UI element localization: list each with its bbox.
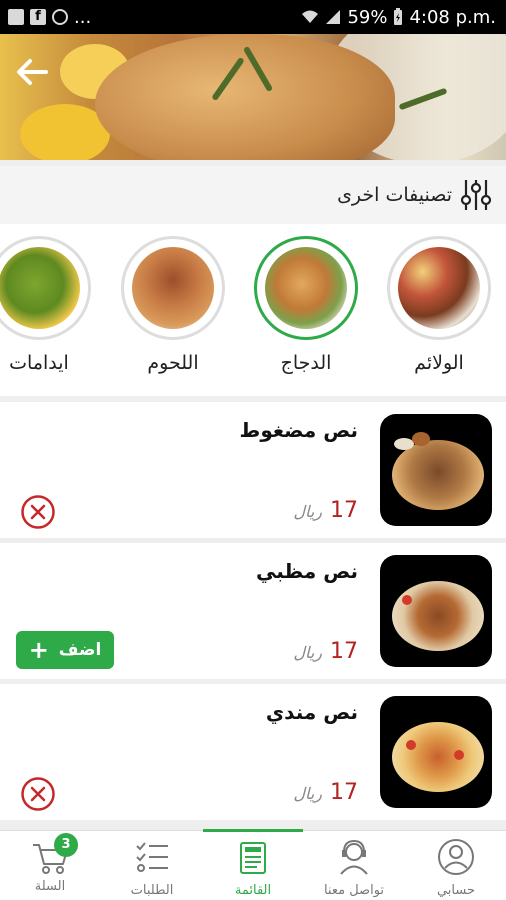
category-label: اللحوم: [147, 352, 199, 374]
status-bar-notifications: f ...: [0, 7, 91, 28]
filter-sliders-icon[interactable]: [460, 178, 492, 212]
menu-item-image: [380, 414, 492, 526]
support-agent-icon: [340, 839, 368, 875]
add-button-label: اضف: [58, 640, 102, 660]
nav-cart[interactable]: 3 السلة: [0, 831, 100, 900]
remove-from-cart-icon[interactable]: [20, 776, 56, 812]
category-image: [0, 236, 91, 340]
price-value: 17: [330, 498, 358, 523]
cart-count-badge: 3: [54, 833, 78, 857]
menu-item-name: نص مضغوط: [239, 418, 358, 442]
category-feasts[interactable]: الولائم: [386, 236, 492, 374]
bottom-navigation: حسابي تواصل معنا القائمة الطلبات 3 السلة: [0, 829, 506, 900]
nav-orders[interactable]: الطلبات: [102, 831, 202, 900]
clock: 4:08 p.m.: [409, 6, 496, 28]
category-label: الولائم: [414, 352, 464, 374]
nav-label: السلة: [34, 879, 66, 894]
checklist-icon: [136, 842, 168, 872]
price-value: 17: [330, 639, 358, 664]
menu-item-image: [380, 555, 492, 667]
categories-carousel[interactable]: الولائم الدجاج اللحوم ايدامات: [0, 224, 506, 396]
signal-icon: [326, 10, 341, 24]
categories-header: تصنيفات اخرى: [0, 166, 506, 224]
menu-item-card[interactable]: نص مظبي 17 ريال + اضف: [0, 543, 506, 679]
menu-board-icon: [240, 842, 266, 874]
back-arrow-icon[interactable]: [12, 52, 52, 92]
wifi-icon: [302, 10, 319, 23]
menu-item-price: 17 ريال: [293, 780, 358, 805]
nav-label: تواصل معنا: [323, 883, 385, 898]
app-notification-icon: [52, 9, 68, 25]
category-image: [254, 236, 358, 340]
battery-percent: 59%: [347, 6, 388, 28]
nav-my-account[interactable]: حسابي: [406, 831, 506, 900]
facebook-notification-icon: f: [30, 9, 46, 25]
category-label: الدجاج: [280, 352, 332, 374]
cart-icon-wrap: 3: [30, 833, 78, 877]
menu-item-name: نص مظبي: [255, 559, 358, 583]
menu-item-card[interactable]: نص مضغوط 17 ريال: [0, 402, 506, 538]
menu-item-price: 17 ريال: [293, 639, 358, 664]
menu-item-price: 17 ريال: [293, 498, 358, 523]
menu-item-card[interactable]: نص مندي 17 ريال: [0, 684, 506, 820]
category-image: [387, 236, 491, 340]
nav-label: القائمة: [234, 883, 272, 898]
status-bar-system: 59% 4:08 p.m.: [301, 7, 506, 28]
plus-icon: +: [28, 636, 49, 664]
hero-banner-image: [0, 34, 506, 160]
remove-from-cart-icon[interactable]: [20, 494, 56, 530]
currency-label: ريال: [293, 502, 322, 521]
categories-title: تصنيفات اخرى: [337, 184, 452, 206]
image-notification-icon: [8, 9, 24, 25]
category-label: ايدامات: [9, 352, 69, 374]
add-to-cart-button[interactable]: + اضف: [16, 631, 114, 669]
category-image: [121, 236, 225, 340]
currency-label: ريال: [293, 643, 322, 662]
status-bar: f ... 59% 4:08 p.m.: [0, 0, 506, 34]
app-screen: f ... 59% 4:08 p.m. تصنيفات اخرى الولائم…: [0, 0, 506, 900]
nav-menu[interactable]: القائمة: [203, 829, 303, 900]
battery-charging-icon: [394, 8, 403, 25]
currency-label: ريال: [293, 784, 322, 803]
more-notifications-text: ...: [74, 6, 92, 28]
nav-label: حسابي: [436, 883, 476, 898]
user-avatar-icon: [438, 839, 474, 875]
nav-contact-us[interactable]: تواصل معنا: [304, 831, 404, 900]
menu-item-image: [380, 696, 492, 808]
nav-label: الطلبات: [130, 883, 174, 898]
price-value: 17: [330, 780, 358, 805]
category-chicken[interactable]: الدجاج: [253, 236, 359, 374]
category-meats[interactable]: اللحوم: [120, 236, 226, 374]
menu-item-name: نص مندي: [265, 700, 358, 724]
category-stews[interactable]: ايدامات: [0, 236, 92, 374]
